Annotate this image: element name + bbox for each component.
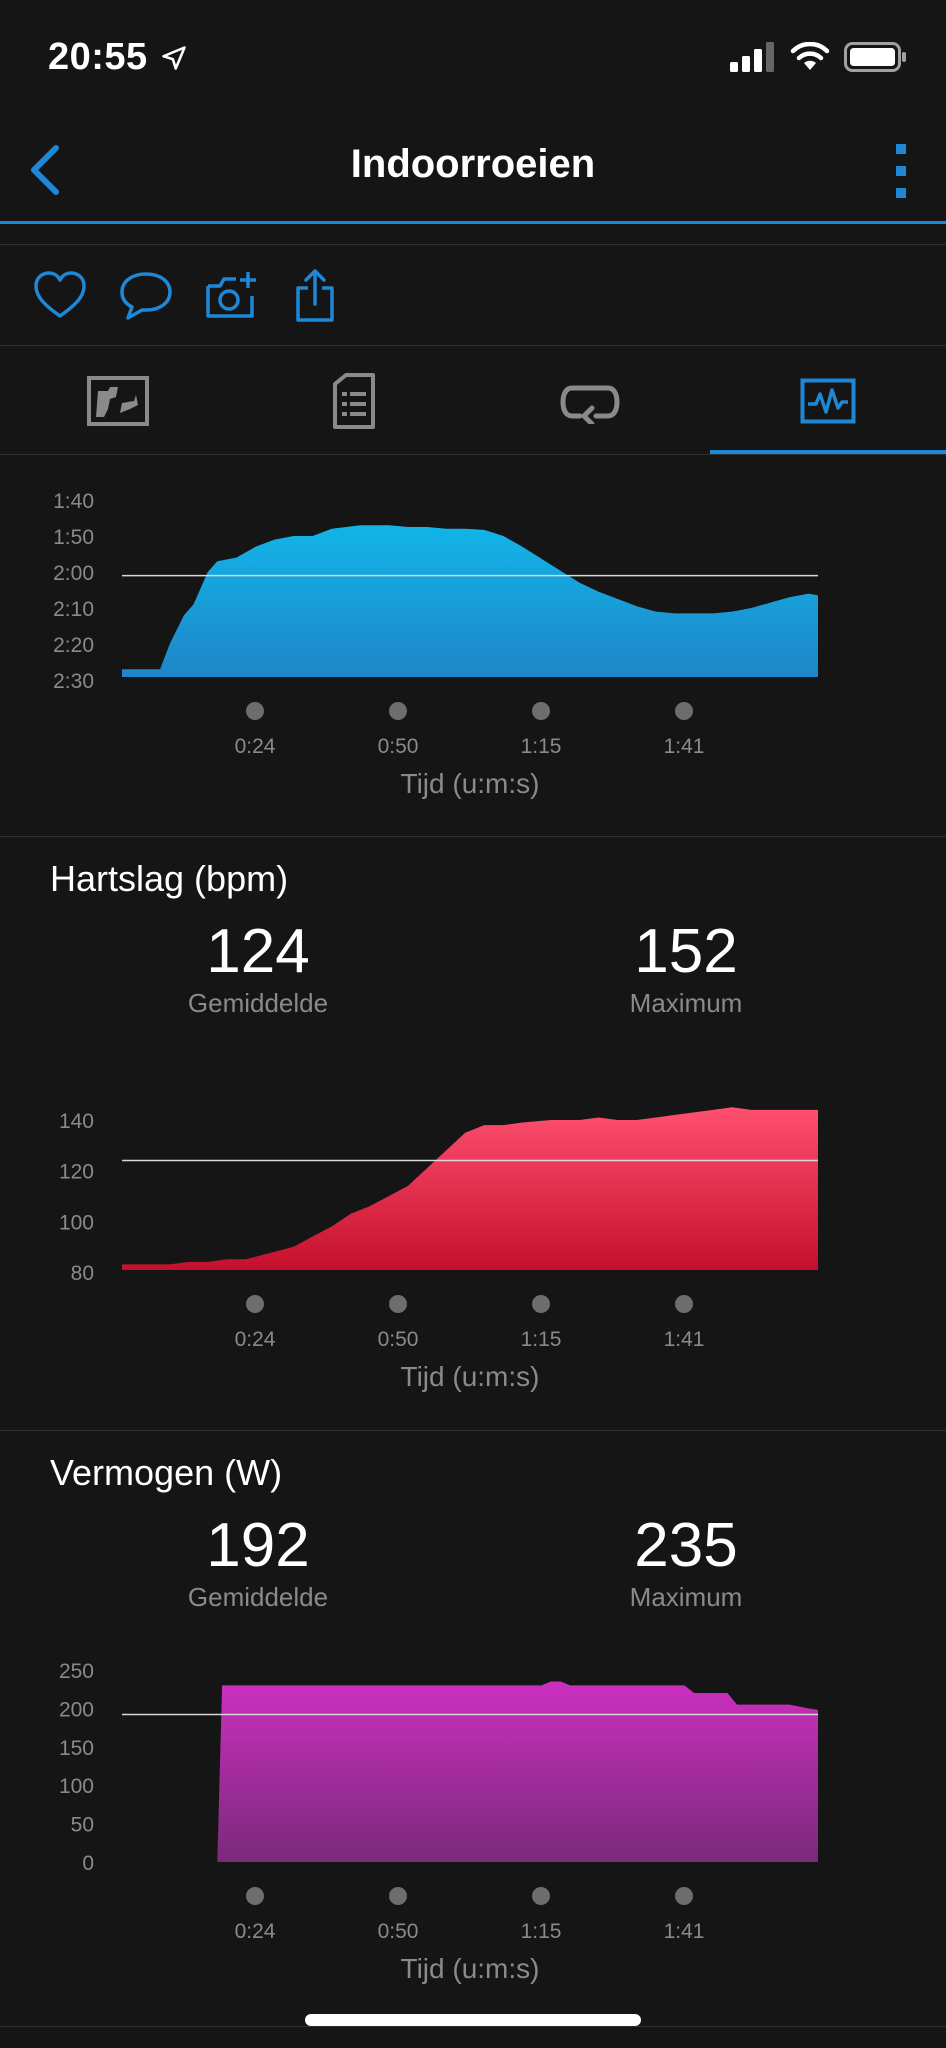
battery-icon xyxy=(844,42,906,72)
power-max-value: 235 xyxy=(634,1511,738,1580)
tab-laps[interactable] xyxy=(472,346,708,456)
home-indicator xyxy=(305,2014,641,2026)
x-tick-label: 1:41 xyxy=(664,735,705,758)
heart-rate-chart: 140 120 100 80 0:24 0:50 1:15 1:41 Tijd (u:m:s) xyxy=(59,1107,818,1392)
x-tick-marker xyxy=(675,1887,693,1905)
map-icon xyxy=(87,376,149,426)
status-bar: 20:55 xyxy=(0,0,946,120)
x-tick-label: 1:15 xyxy=(521,1920,562,1943)
camera-add-icon[interactable] xyxy=(202,266,262,326)
y-tick-label: 2:00 xyxy=(53,562,94,585)
x-tick-marker xyxy=(246,1887,264,1905)
x-tick-label: 0:50 xyxy=(378,735,419,758)
power-chart: 250 200 150 100 50 0 0:24 0:50 1:15 1:41 Tijd (u:m… xyxy=(59,1660,818,1984)
x-tick-marker xyxy=(532,702,550,720)
cellular-signal-icon xyxy=(730,42,774,72)
x-tick-label: 0:50 xyxy=(378,1328,419,1351)
tab-charts[interactable] xyxy=(710,346,946,456)
wifi-icon xyxy=(790,42,830,70)
y-tick-label: 50 xyxy=(71,1814,94,1837)
laps-icon xyxy=(560,385,620,424)
x-tick-label: 0:24 xyxy=(235,735,276,758)
header-rule xyxy=(0,221,946,224)
x-tick-marker xyxy=(389,1887,407,1905)
y-tick-label: 1:50 xyxy=(53,526,94,549)
pace-chart-section: 1:40 1:50 2:00 2:10 2:20 2:30 0:24 0:50 1:15 1:41… xyxy=(0,460,946,830)
heart_rate-series-area xyxy=(122,1107,818,1270)
active-tab-indicator xyxy=(710,450,946,454)
y-tick-label: 100 xyxy=(59,1211,94,1234)
location-arrow-icon xyxy=(162,46,186,70)
x-tick-marker xyxy=(246,702,264,720)
x-tick-label: 1:15 xyxy=(521,1328,562,1351)
divider xyxy=(0,836,946,837)
pace-series-area xyxy=(122,525,818,677)
y-tick-label: 2:30 xyxy=(53,670,94,693)
x-tick-marker xyxy=(389,1295,407,1313)
divider xyxy=(0,2026,946,2027)
x-tick-label: 1:41 xyxy=(664,1328,705,1351)
y-tick-label: 0 xyxy=(82,1852,94,1875)
y-tick-label: 250 xyxy=(59,1660,94,1683)
divider xyxy=(0,1430,946,1431)
y-tick-label: 150 xyxy=(59,1737,94,1760)
y-tick-label: 1:40 xyxy=(53,490,94,513)
x-tick-marker xyxy=(246,1295,264,1313)
comment-icon[interactable] xyxy=(116,266,176,326)
x-tick-label: 1:15 xyxy=(521,735,562,758)
tab-details[interactable] xyxy=(236,346,472,456)
y-tick-label: 2:10 xyxy=(53,598,94,621)
x-tick-label: 0:24 xyxy=(235,1328,276,1351)
action-bar xyxy=(0,246,946,346)
page-title: Indoorroeien xyxy=(350,142,596,186)
y-tick-label: 140 xyxy=(59,1110,94,1133)
divider xyxy=(0,454,946,455)
x-tick-label: 1:41 xyxy=(664,1920,705,1943)
power-average-label: Gemiddelde xyxy=(187,1582,329,1612)
chart-icon xyxy=(800,378,856,424)
power-max-label: Maximum xyxy=(629,1582,743,1612)
x-tick-marker xyxy=(389,702,407,720)
x-tick-marker xyxy=(532,1295,550,1313)
power-chart-section: 250 200 150 100 50 0 0:24 0:50 1:15 1:41 Tijd (u:m… xyxy=(0,1650,946,1990)
x-tick-label: 0:50 xyxy=(378,1920,419,1943)
y-tick-label: 200 xyxy=(59,1698,94,1721)
tab-bar xyxy=(0,346,946,456)
share-icon[interactable] xyxy=(286,266,346,326)
x-tick-marker xyxy=(532,1887,550,1905)
x-axis-title: Tijd (u:m:s) xyxy=(401,768,540,799)
power-series-area xyxy=(122,1681,818,1862)
x-tick-marker xyxy=(675,702,693,720)
heart-rate-title: Hartslag (bpm) xyxy=(50,858,289,899)
document-list-icon xyxy=(333,373,375,429)
heart-rate-average-label: Gemiddelde xyxy=(187,988,329,1018)
heart-icon[interactable] xyxy=(30,266,90,326)
x-axis-title: Tijd (u:m:s) xyxy=(401,1361,540,1392)
status-time: 20:55 xyxy=(48,36,148,78)
heart-rate-average-value: 124 xyxy=(206,917,310,986)
x-axis-title: Tijd (u:m:s) xyxy=(401,1953,540,1984)
tab-overview[interactable] xyxy=(0,346,236,456)
x-tick-marker xyxy=(675,1295,693,1313)
y-tick-label: 100 xyxy=(59,1775,94,1798)
status-icons xyxy=(730,42,908,72)
power-average-value: 192 xyxy=(206,1511,310,1580)
power-title: Vermogen (W) xyxy=(50,1452,283,1493)
y-tick-label: 80 xyxy=(71,1262,94,1285)
more-vertical-icon[interactable] xyxy=(876,136,926,206)
x-tick-label: 0:24 xyxy=(235,1920,276,1943)
y-tick-label: 2:20 xyxy=(53,634,94,657)
divider xyxy=(0,244,946,245)
y-tick-label: 120 xyxy=(59,1161,94,1184)
heart-rate-chart-section: 140 120 100 80 0:24 0:50 1:15 1:41 Tijd (u:m:s) xyxy=(0,1060,946,1400)
heart-rate-max-value: 152 xyxy=(634,917,738,986)
heart-rate-max-label: Maximum xyxy=(629,988,743,1018)
header: Indoorroeien xyxy=(0,120,946,224)
pace-chart: 1:40 1:50 2:00 2:10 2:20 2:30 0:24 0:50 1:15 1:41… xyxy=(53,490,818,799)
